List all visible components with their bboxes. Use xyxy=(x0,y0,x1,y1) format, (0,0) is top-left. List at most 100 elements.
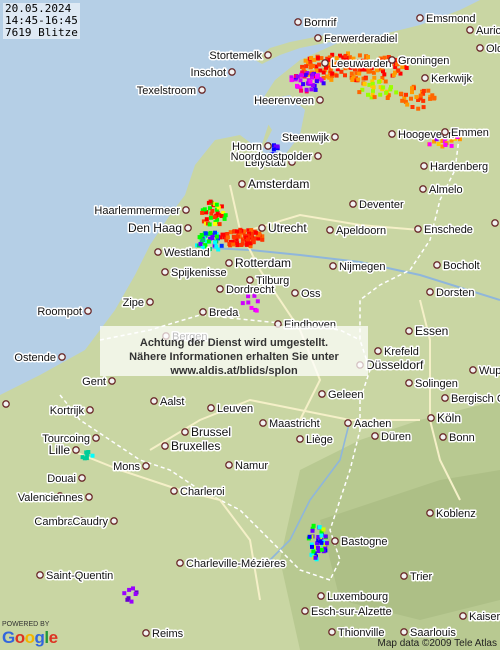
lightning-strike xyxy=(216,247,221,252)
notice-link[interactable]: www.aldis.at/blids/splon xyxy=(100,364,368,378)
lightning-strike xyxy=(208,230,213,235)
city-ferwerderadiel: Ferwerderadiel xyxy=(314,32,399,47)
city-marker-icon xyxy=(225,461,233,469)
city-label: Spijkenisse xyxy=(171,267,227,279)
lightning-strike xyxy=(246,300,251,305)
lightning-strike xyxy=(432,95,437,100)
city-label: Leuven xyxy=(217,403,253,415)
lightning-strike xyxy=(303,72,308,77)
lightning-strike xyxy=(235,243,240,248)
lightning-strike xyxy=(210,236,215,241)
city-marker-icon xyxy=(469,366,477,374)
city-marker-icon xyxy=(110,517,118,525)
city-label: Emmen xyxy=(451,127,489,139)
lightning-strike xyxy=(210,208,215,213)
city-marker-icon xyxy=(318,390,326,398)
lightning-strike xyxy=(260,237,265,242)
map-attribution: Map data ©2009 Tele Atlas xyxy=(377,638,498,649)
lightning-strike xyxy=(254,308,259,313)
lightning-strike xyxy=(200,210,205,215)
lightning-strike xyxy=(309,56,314,60)
lightning-strike xyxy=(334,73,339,78)
city-label: Heerenveen xyxy=(254,95,314,107)
city-label: Köln xyxy=(437,411,461,425)
city-label: Utrecht xyxy=(268,221,307,235)
lightning-strike xyxy=(206,239,211,244)
notice-line-1: Achtung der Dienst wird umgestellt. xyxy=(139,337,329,349)
city-label: Hardenberg xyxy=(430,161,488,173)
city-marker-icon xyxy=(419,185,427,193)
lightning-strike xyxy=(421,98,426,103)
city-marker-icon xyxy=(264,142,272,150)
lightning-strike xyxy=(449,143,454,148)
city-label: Westland xyxy=(164,247,210,259)
lightning-strike xyxy=(222,216,227,221)
city-label: Charleville-Mézières xyxy=(186,558,286,570)
city-rotterdam: Rotterdam xyxy=(225,255,293,272)
lightning-strike xyxy=(129,599,134,604)
city-label: Bocholt xyxy=(443,260,480,272)
city-label: Brussel xyxy=(191,425,231,439)
lightning-strike xyxy=(304,87,309,92)
lightning-strike xyxy=(399,91,403,96)
city-label: Haarlemmermeer xyxy=(94,205,180,217)
lightning-strike xyxy=(80,455,85,460)
city-marker-icon xyxy=(161,268,169,276)
city-marker-icon xyxy=(36,571,44,579)
lightning-strike xyxy=(310,544,314,549)
city-marker-icon xyxy=(400,628,408,636)
city-marker-icon xyxy=(207,404,215,412)
lightning-strike xyxy=(313,87,318,92)
city-label: Douai xyxy=(47,473,76,485)
lightning-strike xyxy=(203,231,208,236)
city-marker-icon xyxy=(184,224,192,232)
city-marker-icon xyxy=(329,262,337,270)
city-marker-icon xyxy=(321,59,329,67)
google-logo[interactable]: POWERED BY Google xyxy=(2,621,58,648)
city-label: Leeuwarden xyxy=(331,58,392,70)
city-marker-icon xyxy=(400,572,408,580)
lightning-strike xyxy=(308,65,313,70)
lightning-strike xyxy=(235,229,239,234)
lightning-map[interactable]: Emsmond Bornrif Ferwerderadiel Stortemelk Le… xyxy=(0,0,500,650)
city-marker-icon xyxy=(86,406,94,414)
city-label: Kortrijk xyxy=(50,405,85,417)
city-marker-icon xyxy=(72,446,80,454)
city-marker-icon xyxy=(433,261,441,269)
city-marker-icon xyxy=(58,353,66,361)
lightning-strike xyxy=(443,142,448,147)
lightning-strike xyxy=(311,549,316,554)
city-marker-icon xyxy=(92,434,100,442)
city-label: Noordoostpolder xyxy=(231,151,313,163)
lightning-strike xyxy=(356,77,361,82)
city-label: Almelo xyxy=(429,184,463,196)
lightning-strike xyxy=(309,87,314,92)
city-marker-icon xyxy=(427,414,435,422)
city-marker-icon xyxy=(301,607,309,615)
city-marker-icon xyxy=(182,206,190,214)
city-label: Essen xyxy=(415,324,448,338)
lightning-strike xyxy=(371,85,376,90)
city-luxembourg: Luxembourg xyxy=(317,590,390,605)
lightning-strike xyxy=(421,105,426,110)
city-marker-icon xyxy=(420,162,428,170)
city-marker-icon xyxy=(344,419,352,427)
map-canvas[interactable]: Emsmond Bornrif Ferwerderadiel Stortemelk Le… xyxy=(0,0,500,650)
city-label: Luxembourg xyxy=(327,591,388,603)
notice-line-2: Nähere Informationen erhalten Sie unter xyxy=(129,351,339,363)
lightning-strike xyxy=(249,228,254,232)
city-label: Kerkwijk xyxy=(431,73,472,85)
city-marker-icon xyxy=(198,86,206,94)
city-label: Bergisch Gladbach xyxy=(451,393,500,405)
lightning-strike xyxy=(219,243,224,248)
lightning-strike xyxy=(313,555,318,560)
city-marker-icon xyxy=(150,397,158,405)
service-notice: Achtung der Dienst wird umgestellt. Nähe… xyxy=(100,326,368,378)
city-label: Charleroi xyxy=(180,486,225,498)
city-label: Bruxelles xyxy=(171,439,220,453)
city-marker-icon xyxy=(2,400,10,408)
lightning-strike xyxy=(240,241,245,246)
city-marker-icon xyxy=(259,419,267,427)
lightning-strike xyxy=(308,79,313,84)
city-marker-icon xyxy=(388,56,396,64)
